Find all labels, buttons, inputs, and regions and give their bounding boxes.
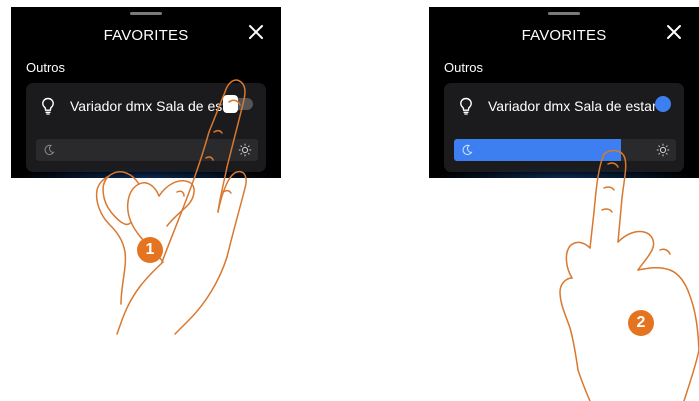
section-label: Outros	[444, 60, 484, 75]
page-title: FAVORITES	[103, 27, 189, 44]
hand-swipe-illustration	[559, 150, 699, 401]
step-number-badge: 1	[137, 237, 163, 263]
drag-handle[interactable]	[548, 12, 580, 15]
moon-icon	[44, 144, 55, 155]
step-number-badge: 2	[628, 310, 654, 336]
section-label: Outros	[26, 60, 66, 75]
page-title: FAVORITES	[521, 27, 607, 44]
lightbulb-icon	[460, 97, 472, 115]
lightbulb-icon	[42, 97, 54, 115]
device-name: Variador dmx Sala de estar	[488, 98, 657, 114]
moon-icon	[462, 144, 473, 155]
power-toggle[interactable]	[653, 96, 671, 112]
drag-handle[interactable]	[130, 12, 162, 15]
close-icon[interactable]	[665, 23, 683, 41]
toggle-knob[interactable]	[655, 96, 671, 112]
close-icon[interactable]	[247, 23, 265, 41]
hand-pointer-illustration	[95, 79, 247, 335]
